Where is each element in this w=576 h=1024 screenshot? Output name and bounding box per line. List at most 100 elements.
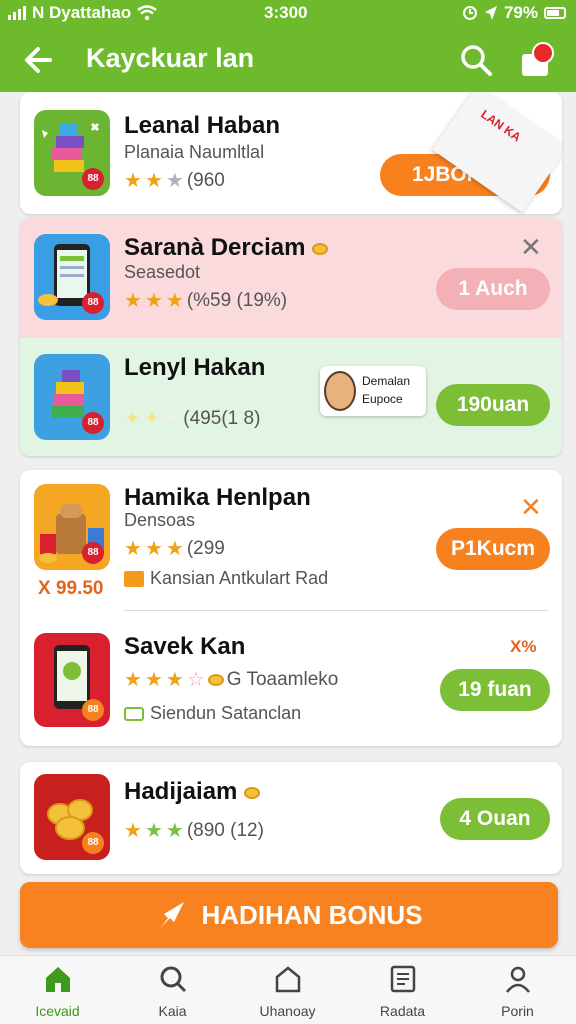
item-name: Hadijaiam <box>124 778 261 806</box>
nav-item-home[interactable]: Icevaid <box>0 964 115 1019</box>
app-thumbnail: 88 <box>34 354 110 440</box>
news-icon <box>390 965 415 993</box>
rating-count: (495(1 8) <box>183 408 261 429</box>
item-card[interactable]: 88 Hadijaiam ★ ★ ★ (890 (12) 4 Ouan <box>20 762 562 874</box>
star-icon: ★ <box>165 669 184 691</box>
item-rating: ★ ★ ★ (299 <box>124 538 225 560</box>
nav-item-news[interactable]: Radata <box>345 964 460 1019</box>
bonus-label: HADIHAN BONUS <box>201 899 423 930</box>
nav-item-profile[interactable]: Porin <box>460 964 575 1019</box>
nav-item-store[interactable]: Uhanoay <box>230 964 345 1019</box>
profile-icon <box>505 966 530 993</box>
discount-label: X% <box>510 637 537 656</box>
clock: 3:300 <box>264 3 308 22</box>
promo-line: Siendun Satanclan <box>124 703 301 724</box>
wifi-icon <box>137 5 157 21</box>
app-thumbnail: 88 <box>34 774 110 860</box>
star-icon: ✦ <box>124 408 141 430</box>
nav-label: Icevaid <box>35 1003 80 1019</box>
app-badge: 88 <box>82 542 104 564</box>
close-icon[interactable]: ✕ <box>520 234 542 260</box>
item-price: X 99.50 <box>38 578 104 599</box>
star-icon: ★ <box>165 170 184 192</box>
status-bar: N Dyattahao 3:300 79% <box>0 0 576 28</box>
battery-icon <box>544 7 566 19</box>
rating-count: (%59 (19%) <box>186 290 288 311</box>
location-icon <box>484 6 497 20</box>
battery-percent: 79% <box>503 3 538 22</box>
item-name: Lenyl Hakan <box>124 354 266 381</box>
app-badge: 88 <box>82 168 104 190</box>
item-rating: ★ ★ ★ (%59 (19%) <box>124 290 287 312</box>
coin-icon <box>244 786 261 799</box>
item-card-group: 88 Saranà Derciam Seasedot ★ ★ ★ (%59 (1… <box>20 218 562 456</box>
item-card-group: 88 X 99.50 Hamika Henlpan Densoas ★ ★ ★ … <box>20 470 562 746</box>
item-name: Saranà Derciam <box>124 234 329 262</box>
list-item[interactable]: 88 Lenyl Hakan ✦ ✦ ✦ (495(1 8) Demalan E… <box>20 338 562 456</box>
star-icon: ★ <box>124 290 142 312</box>
notification-bag-icon[interactable] <box>518 40 554 80</box>
item-action-button[interactable]: 4 Ouan <box>440 798 550 840</box>
item-rating: ★ ★ ★ ☆ G Toaamleko <box>124 669 338 691</box>
search-icon[interactable] <box>456 40 496 80</box>
item-rating: ✦ ✦ ✦ (495(1 8) <box>124 408 260 430</box>
star-icon: ★ <box>144 820 163 842</box>
coin-text: G Toaamleko <box>226 669 339 690</box>
search-icon <box>160 966 186 993</box>
nav-label: Radata <box>379 1003 426 1019</box>
promo-text: Siendun Satanclan <box>150 703 302 723</box>
rating-count: (960 <box>186 170 225 191</box>
rocket-icon <box>159 902 184 928</box>
item-name: Savek Kan <box>124 633 246 660</box>
star-icon: ★ <box>144 669 163 691</box>
bottom-nav: Icevaid Kaia Uhanoay Radata Porin <box>0 955 576 1024</box>
notification-dot <box>532 42 554 64</box>
house-outline-icon <box>275 966 300 993</box>
nav-item-search[interactable]: Kaia <box>115 964 230 1019</box>
back-arrow-icon[interactable] <box>20 40 60 80</box>
star-icon: ✦ <box>163 408 181 430</box>
star-icon: ★ <box>165 820 184 842</box>
tooltip-line: Demalan <box>362 374 411 388</box>
list-item[interactable]: 88 Saranà Derciam Seasedot ★ ★ ★ (%59 (1… <box>20 218 562 338</box>
item-rating: ★ ★ ★ (890 (12) <box>124 820 264 842</box>
app-thumbnail: 88 <box>34 234 110 320</box>
star-icon: ★ <box>144 538 163 560</box>
star-icon: ★ <box>165 290 184 312</box>
list-item[interactable]: 88 X 99.50 Hamika Henlpan Densoas ★ ★ ★ … <box>20 470 562 610</box>
star-icon: ★ <box>124 669 142 691</box>
rating-count: (890 (12) <box>186 820 264 841</box>
star-icon: ★ <box>165 538 184 560</box>
ribbon-label: LAN KA <box>478 106 524 145</box>
star-icon: ✦ <box>143 408 161 430</box>
page-title: Kayckuar lan <box>86 43 255 73</box>
close-icon[interactable]: ✕ <box>520 494 542 520</box>
bonus-button[interactable]: HADIHAN BONUS <box>20 882 558 948</box>
item-name: Leanal Haban <box>124 112 281 139</box>
item-action-button[interactable]: 190uan <box>436 384 550 426</box>
star-icon: ★ <box>124 820 142 842</box>
alarm-icon <box>462 6 477 20</box>
app-thumbnail: 88 <box>34 484 110 570</box>
star-icon: ☆ <box>186 669 205 691</box>
item-action-button[interactable]: P1Kucm <box>436 528 550 570</box>
carrier-name: N Dyattahao <box>32 3 132 22</box>
coin-icon <box>207 674 224 686</box>
promo-text: Kansian Antkulart Rad <box>150 568 329 588</box>
item-card[interactable]: 88 Leanal Haban Planaia Naumltlal ★ ★ ★ … <box>20 92 562 214</box>
app-badge: 88 <box>82 699 104 721</box>
list-item[interactable]: 88 Savek Kan X% ★ ★ ★ ☆ G Toaamleko Sien… <box>20 611 562 746</box>
item-action-button[interactable]: 1 Auch <box>436 268 550 310</box>
tooltip-card: Demalan Eupoce <box>320 366 426 416</box>
star-icon: ★ <box>144 170 163 192</box>
app-bar: Kayckuar lan <box>0 28 576 92</box>
avatar <box>324 371 356 411</box>
star-icon: ★ <box>124 538 142 560</box>
item-subtitle: Planaia Naumltlal <box>124 142 265 162</box>
star-icon: ★ <box>124 170 142 192</box>
promo-line: Kansian Antkulart Rad <box>124 568 328 589</box>
star-icon: ★ <box>144 290 163 312</box>
item-action-button[interactable]: 19 fuan <box>440 669 550 711</box>
item-name: Hamika Henlpan <box>124 484 311 511</box>
item-subtitle: Densoas <box>124 510 196 530</box>
